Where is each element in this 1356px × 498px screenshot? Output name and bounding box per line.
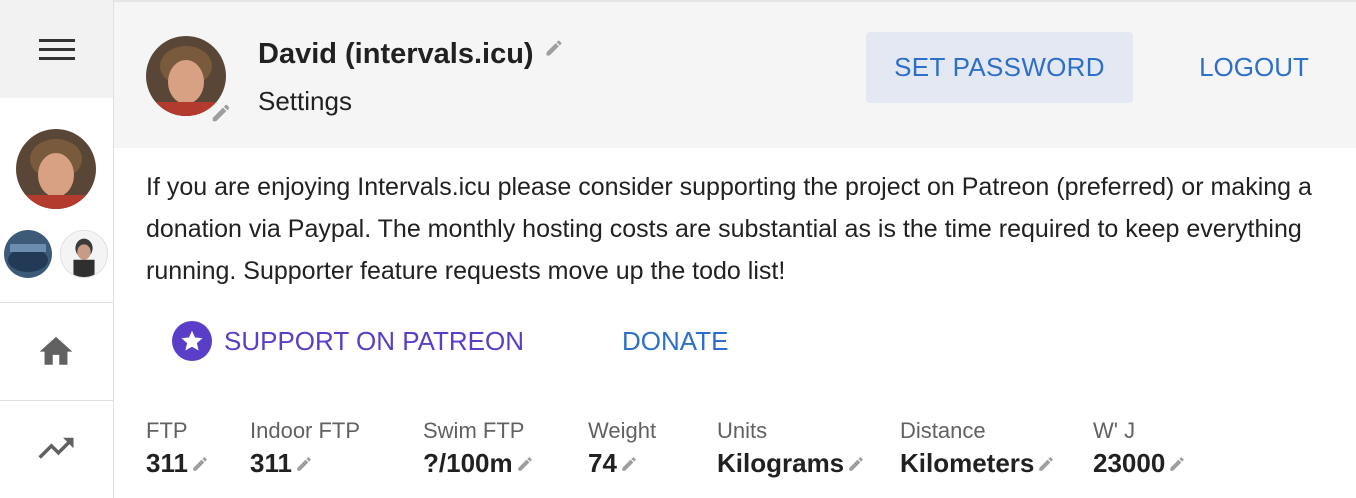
stat-ftp: FTP 311 (146, 418, 209, 479)
logout-button[interactable]: LOGOUT (1174, 32, 1334, 103)
patreon-label: SUPPORT ON PATREON (224, 325, 525, 356)
pencil-icon[interactable] (1037, 455, 1055, 473)
donate-button[interactable]: DONATE (622, 318, 728, 364)
sidebar (0, 0, 114, 498)
menu-icon (38, 37, 75, 61)
stat-value: 311 (250, 448, 292, 478)
star-icon (172, 321, 212, 361)
stat-label: Distance (900, 418, 986, 443)
pencil-icon[interactable] (295, 455, 313, 473)
pencil-icon[interactable] (847, 455, 865, 473)
pencil-icon[interactable] (210, 102, 232, 124)
pencil-icon[interactable] (516, 455, 534, 473)
stat-label: Indoor FTP (250, 418, 361, 443)
support-on-patreon-button[interactable]: SUPPORT ON PATREON (172, 318, 524, 364)
stat-indoor-ftp: Indoor FTP 311 (250, 418, 360, 479)
profile-avatar[interactable] (146, 36, 230, 122)
stat-label: FTP (146, 418, 188, 443)
home-icon[interactable] (34, 328, 78, 372)
stat-value: 311 (146, 448, 188, 478)
stat-weight: Weight 74 (588, 418, 656, 479)
trending-up-icon[interactable] (34, 428, 78, 472)
support-message: If you are enjoying Intervals.icu please… (146, 173, 1312, 285)
stat-distance: Distance Kilometers (900, 418, 1055, 479)
page-title: Settings (258, 86, 352, 116)
avatar-photo (16, 129, 96, 209)
stat-value: Kilometers (900, 448, 1035, 478)
stat-value: ?/100m (423, 448, 513, 478)
stat-value: 74 (588, 448, 617, 478)
header: David (intervals.icu) Settings SET PASSW… (114, 0, 1356, 148)
stat-label: Weight (588, 418, 657, 443)
sidebar-avatar-athlete-2[interactable] (60, 230, 108, 278)
avatar-photo (61, 231, 107, 277)
sidebar-divider (0, 400, 113, 401)
sidebar-avatar-main[interactable] (16, 129, 96, 209)
menu-button[interactable] (0, 0, 113, 98)
pencil-icon[interactable] (620, 455, 638, 473)
stat-w-prime: W' J 23000 (1093, 418, 1186, 479)
stat-swim-ftp: Swim FTP ?/100m (423, 418, 534, 479)
sidebar-avatar-athlete-1[interactable] (4, 230, 52, 278)
pencil-icon[interactable] (544, 38, 564, 58)
sidebar-divider (0, 302, 113, 303)
stat-units: Units Kilograms (717, 418, 865, 479)
avatar-photo (4, 230, 52, 278)
stat-value: 23000 (1093, 448, 1166, 478)
stat-value: Kilograms (717, 448, 845, 478)
stat-label: W' J (1093, 418, 1136, 443)
pencil-icon[interactable] (1168, 455, 1186, 473)
set-password-button[interactable]: SET PASSWORD (866, 32, 1133, 103)
stat-label: Units (717, 418, 768, 443)
stat-label: Swim FTP (423, 418, 525, 443)
user-name: David (intervals.icu) (258, 38, 564, 71)
pencil-icon[interactable] (191, 455, 209, 473)
